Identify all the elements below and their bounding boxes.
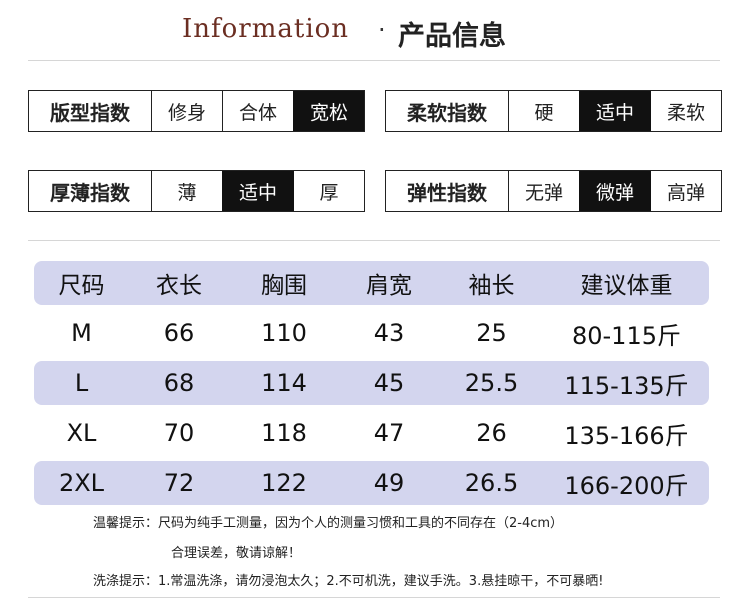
cell-length: 66 — [163, 319, 195, 347]
index-softness-option-medium: 适中 — [579, 91, 650, 131]
col-header-shoulder: 肩宽 — [366, 273, 412, 299]
cell-size: XL — [66, 419, 97, 447]
cell-weight: 166-200斤 — [564, 471, 689, 500]
index-fit-label: 版型指数 — [29, 91, 152, 131]
cell-shoulder: 47 — [373, 419, 405, 447]
index-thickness-label: 厚薄指数 — [29, 171, 152, 211]
index-elasticity-option-slight: 微弹 — [579, 171, 650, 211]
cell-size: 2XL — [58, 469, 105, 497]
bottom-divider — [28, 597, 720, 598]
tip-line-2: 合理误差，敬请谅解！ — [171, 546, 302, 561]
title-separator-dot: · — [378, 16, 386, 44]
tip-line-1: 温馨提示：尺码为纯手工测量，因为个人的测量习惯和工具的不同存在（2-4cm） — [93, 516, 564, 531]
index-thickness-option-thin: 薄 — [177, 181, 197, 204]
cell-weight: 135-166斤 — [564, 421, 689, 450]
col-header-size: 尺码 — [58, 273, 105, 299]
col-header-sleeve: 袖长 — [468, 273, 515, 299]
index-fit: 版型指数 修身 合体 宽松 — [28, 90, 365, 132]
cell-sleeve: 26.5 — [464, 469, 519, 497]
index-softness-option-soft: 柔软 — [650, 91, 721, 131]
cell-shoulder: 49 — [373, 469, 405, 497]
size-table-header: 尺码 衣长 胸围 肩宽 袖长 建议体重 — [34, 258, 709, 308]
cell-shoulder: 45 — [373, 369, 405, 397]
index-fit-option-loose: 宽松 — [293, 91, 364, 131]
index-softness-label: 柔软指数 — [386, 91, 509, 131]
index-thickness: 厚薄指数 薄 适中 厚 — [28, 170, 365, 212]
index-thickness-option-thick: 厚 — [293, 171, 364, 211]
top-divider — [28, 60, 720, 61]
cell-sleeve: 25 — [476, 319, 507, 347]
cell-size: M — [71, 319, 92, 347]
index-softness-option-hard: 硬 — [534, 101, 554, 124]
table-row: L 68 114 45 25.5 115-135斤 — [34, 358, 709, 408]
index-elasticity: 弹性指数 无弹 微弹 高弹 — [385, 170, 722, 212]
title-english: Information — [182, 14, 350, 44]
size-table: 尺码 衣长 胸围 肩宽 袖长 建议体重 M 66 110 43 25 80-11… — [34, 258, 709, 508]
index-elasticity-option-high: 高弹 — [650, 171, 721, 211]
index-elasticity-label: 弹性指数 — [386, 171, 509, 211]
col-header-chest: 胸围 — [261, 273, 307, 299]
index-softness: 柔软指数 硬 适中 柔软 — [385, 90, 722, 132]
cell-chest: 114 — [261, 369, 307, 397]
middle-divider — [28, 240, 720, 241]
index-thickness-option-medium: 适中 — [222, 171, 293, 211]
col-header-weight: 建议体重 — [580, 273, 673, 299]
page-header: Information · 产品信息 — [0, 8, 750, 52]
cell-length: 70 — [163, 419, 195, 447]
cell-chest: 110 — [261, 319, 307, 347]
cell-size: L — [74, 369, 89, 397]
cell-length: 68 — [163, 369, 195, 397]
table-row: XL 70 118 47 26 135-166斤 — [34, 408, 709, 458]
index-fit-option-regular: 合体 — [222, 91, 293, 131]
cell-weight: 115-135斤 — [564, 371, 689, 400]
cell-weight: 80-115斤 — [571, 321, 681, 350]
table-row: M 66 110 43 25 80-115斤 — [34, 308, 709, 358]
cell-shoulder: 43 — [373, 319, 405, 347]
index-fit-option-slim: 修身 — [167, 101, 206, 124]
cell-chest: 118 — [261, 419, 307, 447]
title-chinese: 产品信息 — [398, 21, 506, 52]
col-header-length: 衣长 — [156, 273, 202, 299]
table-row: 2XL 72 122 49 26.5 166-200斤 — [34, 458, 709, 508]
cell-length: 72 — [163, 469, 195, 497]
cell-sleeve: 26 — [476, 419, 507, 447]
wash-instructions: 洗涤提示：1.常温洗涤，请勿浸泡太久；2.不可机洗，建议手洗。3.悬挂晾干，不可… — [93, 574, 604, 589]
cell-sleeve: 25.5 — [464, 369, 519, 397]
cell-chest: 122 — [261, 469, 307, 497]
index-elasticity-option-none: 无弹 — [524, 181, 563, 204]
